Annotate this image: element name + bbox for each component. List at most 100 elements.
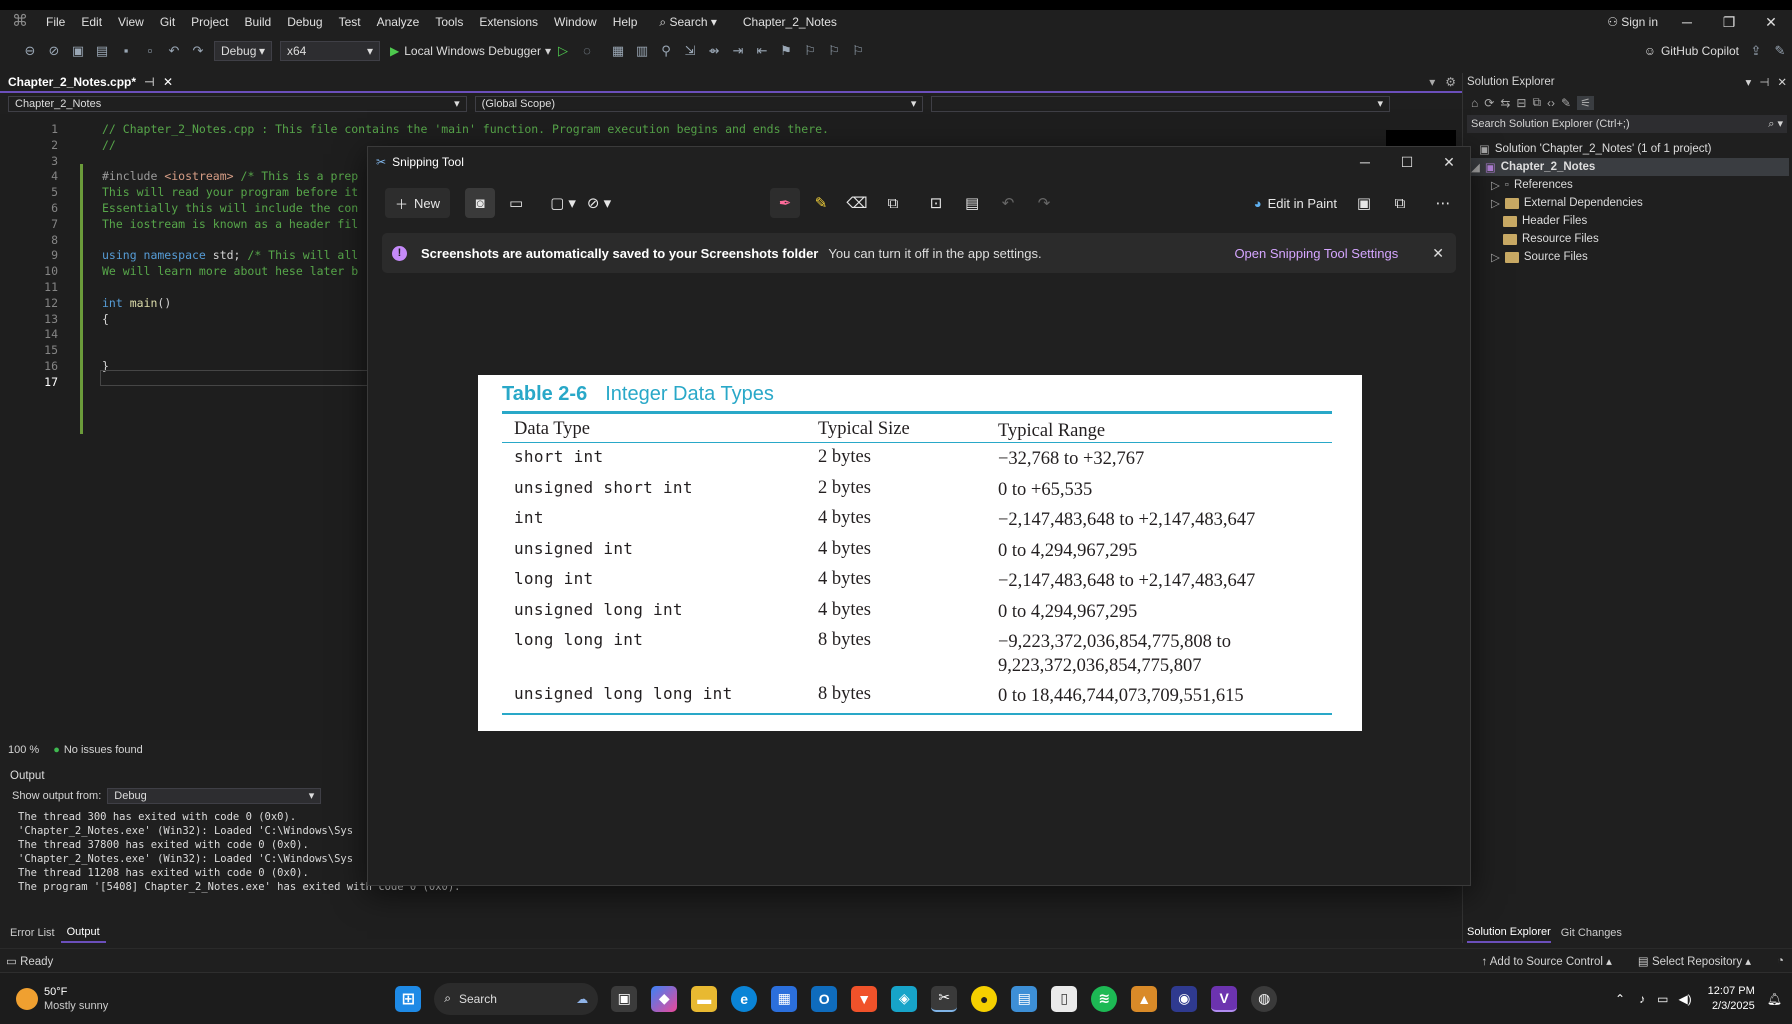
settings-gear-icon[interactable]: ⚙ [1445,75,1456,89]
outlook-icon[interactable]: O [811,985,838,1012]
network-icon[interactable]: ▭ [1657,992,1668,1006]
minimize-button[interactable]: ─ [1666,10,1708,34]
menu-file[interactable]: File [38,10,73,34]
indent-icon[interactable]: ⇥ [729,42,747,60]
folder-icon[interactable]: ▦ [609,42,627,60]
pen-tool-button[interactable]: ✒ [770,188,801,218]
zoom-level[interactable]: 100 % [8,744,39,756]
home-icon[interactable]: ⌂ [1471,96,1478,110]
taskbar-search[interactable]: ⌕ Search ☁ [434,982,599,1015]
captured-table-image[interactable]: Table 2-6 Integer Data Types Data Type T… [478,375,1362,731]
eraser-button[interactable]: ⌫ [842,188,872,218]
github-copilot-button[interactable]: ☺ GitHub Copilot [1644,44,1739,58]
task-view-icon[interactable]: ▣ [611,985,638,1012]
menu-edit[interactable]: Edit [73,10,110,34]
menu-build[interactable]: Build [237,10,280,34]
screenshot-mode-button[interactable]: ◙ [465,188,496,218]
close-tab-icon[interactable]: ✕ [163,73,173,91]
menu-tools[interactable]: Tools [427,10,471,34]
close-window-button[interactable]: ✕ [1750,10,1792,34]
weather-widget[interactable]: 50°F Mostly sunny [16,985,108,1013]
copy-button[interactable]: ⧉ [1385,188,1415,218]
snip-maximize-button[interactable]: ☐ [1386,150,1428,174]
undo-button[interactable]: ↶ [993,188,1023,218]
menu-analyze[interactable]: Analyze [369,10,428,34]
code-view-icon[interactable]: ‹› [1547,96,1555,110]
bookmark-next-icon[interactable]: ⚐ [825,42,843,60]
shapes-button[interactable]: ⧉ [878,188,908,218]
solution-explorer-search[interactable]: Search Solution Explorer (Ctrl+;) ⌕ ▾ [1467,115,1787,133]
notification-bell-icon[interactable]: 🔔︎ [1767,992,1782,1006]
output-source-select[interactable]: Debug ▾ [107,788,322,804]
menu-debug[interactable]: Debug [279,10,330,34]
store-icon[interactable]: ▦ [771,985,798,1012]
preview-icon[interactable]: ⚟ [1577,95,1594,110]
clock[interactable]: 12:07 PM 2/3/2025 [1708,984,1755,1014]
redo-icon[interactable]: ↷ [189,42,207,60]
edge-icon[interactable]: e [731,985,758,1012]
forward-icon[interactable]: ⊘ [45,42,63,60]
sign-in-button[interactable]: ⚇ Sign in [1599,10,1666,34]
select-repository-button[interactable]: ▤ Select Repository ▴ [1638,954,1751,968]
external-dependencies-node[interactable]: ▷ External Dependencies [1491,194,1643,212]
start-without-debugging-icon[interactable]: ▷ [554,42,572,60]
brave-icon[interactable]: ▼ [851,985,878,1012]
back-icon[interactable]: ⊖ [21,42,39,60]
crop-button[interactable]: ⊡ [921,188,951,218]
platform-select[interactable]: x64 ▾ [280,41,380,61]
bookmark-clear-icon[interactable]: ⚐ [849,42,867,60]
document-icon[interactable]: ▯ [1051,985,1078,1012]
delay-button[interactable]: ⊘ ▾ [584,188,614,218]
feedback-icon[interactable]: ✎ [1771,42,1789,60]
tab-dropdown-icon[interactable]: ▾ [1429,75,1435,89]
issues-indicator[interactable]: ● No issues found [53,744,143,756]
photos-icon[interactable]: ▲ [1131,985,1158,1012]
project-scope-dropdown[interactable]: Chapter_2_Notes ▾ [8,96,467,112]
share-icon[interactable]: ⇪ [1747,42,1765,60]
bookmark-prev-icon[interactable]: ⚐ [801,42,819,60]
hot-reload-icon[interactable]: ◌ [578,42,596,60]
visual-studio-taskbar-icon[interactable]: V [1211,985,1238,1012]
notepad-icon[interactable]: ▤ [1011,985,1038,1012]
back-nav-icon[interactable]: ⇆ [1500,96,1510,110]
panel-dropdown-icon[interactable]: ▾ [1746,75,1752,89]
restore-button[interactable]: ❐ [1708,10,1750,34]
start-button[interactable]: ⊞ [395,985,422,1012]
text-actions-button[interactable]: ▤ [957,188,987,218]
show-all-icon[interactable]: ⧉ [1532,95,1541,110]
menu-git[interactable]: Git [152,10,183,34]
save-icon[interactable]: ▪ [117,42,135,60]
start-debugging-button[interactable]: ▶ Local Windows Debugger ▾ [390,44,551,58]
open-settings-link[interactable]: Open Snipping Tool Settings [1234,246,1398,261]
show-hidden-icons-icon[interactable]: ⌃ [1615,992,1625,1006]
tab-git-changes[interactable]: Git Changes [1561,924,1622,942]
chat-app-icon[interactable]: ● [971,985,998,1012]
member-dropdown[interactable]: ▾ [931,96,1390,112]
undo-icon[interactable]: ↶ [165,42,183,60]
tab-solution-explorer[interactable]: Solution Explorer [1467,923,1551,943]
close-panel-icon[interactable]: ✕ [1777,75,1787,89]
step-over-icon[interactable]: ⇴ [705,42,723,60]
pin-icon[interactable]: ⊣ [144,73,155,91]
diagnostics-icon[interactable]: ⚲ [657,42,675,60]
search-menu[interactable]: ⌕ Search ▾ [651,10,724,34]
step-icon[interactable]: ⇲ [681,42,699,60]
configuration-select[interactable]: Debug ▾ [214,41,272,61]
microphone-icon[interactable]: ♪ [1639,992,1645,1006]
file-explorer-icon[interactable]: ▬ [691,985,718,1012]
app-icon[interactable]: ◈ [891,985,918,1012]
video-mode-button[interactable]: ▭ [501,188,531,218]
more-options-button[interactable]: ⋯ [1428,188,1458,218]
menu-test[interactable]: Test [331,10,369,34]
references-node[interactable]: ▷ ▫ References [1491,176,1573,194]
save-all-icon[interactable]: ▫ [141,42,159,60]
menu-extensions[interactable]: Extensions [471,10,546,34]
tab-output[interactable]: Output [60,923,106,943]
save-button[interactable]: ▣ [1349,188,1379,218]
menu-help[interactable]: Help [605,10,646,34]
notifications-icon[interactable]: ◔ [1777,955,1784,967]
solution-node[interactable]: ▣ Solution 'Chapter_2_Notes' (1 of 1 proj… [1479,140,1712,158]
bookmark-icon[interactable]: ⚑ [777,42,795,60]
snip-close-button[interactable]: ✕ [1428,150,1470,174]
open-folder-icon[interactable]: ▤ [93,42,111,60]
